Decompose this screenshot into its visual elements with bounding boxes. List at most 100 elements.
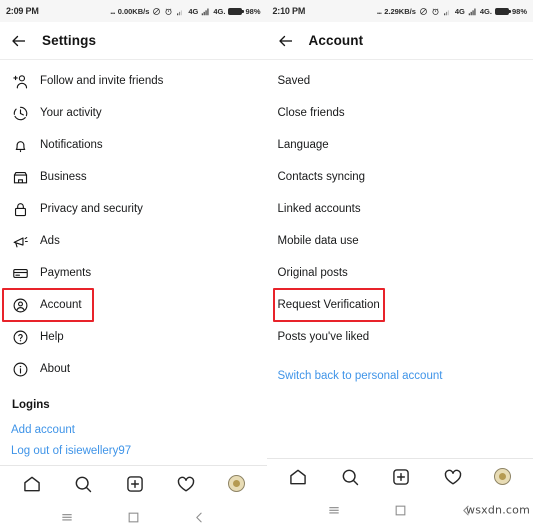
page-title: Settings bbox=[42, 33, 97, 48]
avatar-inner bbox=[232, 480, 240, 487]
system-nav-bar-left bbox=[0, 501, 267, 526]
network-type-2: 4G. bbox=[213, 6, 226, 16]
settings-item-label: Notifications bbox=[40, 139, 103, 151]
account-item-label: Mobile data use bbox=[277, 235, 359, 247]
settings-item-label: Account bbox=[40, 299, 82, 311]
account-item-saved[interactable]: Saved bbox=[267, 65, 533, 97]
status-indicators: ... 0.00KB/s 4G 4G. 98% bbox=[110, 6, 260, 16]
link-add-account[interactable]: Add account bbox=[0, 415, 267, 445]
settings-item-label: Help bbox=[40, 331, 64, 343]
alarm-icon bbox=[432, 8, 439, 15]
avatar-icon[interactable] bbox=[227, 475, 245, 492]
clock-activity-icon bbox=[13, 106, 28, 120]
mute-icon bbox=[153, 7, 161, 15]
account-item-label: Request Verification bbox=[277, 299, 380, 311]
info-circle-icon bbox=[13, 362, 28, 376]
lock-icon bbox=[14, 202, 27, 216]
status-time: 2:10 PM bbox=[272, 6, 306, 16]
account-item-close-friends[interactable]: Close friends bbox=[267, 97, 533, 129]
account-item-linked-accounts[interactable]: Linked accounts bbox=[267, 193, 533, 225]
link-switch-back-to-personal-account[interactable]: Switch back to personal account bbox=[267, 361, 533, 391]
bell-icon bbox=[15, 140, 26, 152]
network-type-1: 4G bbox=[454, 6, 465, 16]
menu-recents-icon[interactable] bbox=[60, 510, 74, 524]
status-time: 2:09 PM bbox=[6, 6, 39, 16]
status-indicators: ... 2.29KB/s 4G 4G. 98% bbox=[377, 6, 527, 16]
account-item-label: Contacts syncing bbox=[277, 171, 366, 183]
settings-item-label: About bbox=[40, 363, 71, 375]
add-post-icon[interactable] bbox=[391, 467, 411, 487]
settings-item-label: Privacy and security bbox=[40, 203, 143, 215]
link-log-out[interactable]: Log out of isiewellery97 bbox=[0, 445, 267, 465]
settings-item-label: Business bbox=[40, 171, 87, 183]
settings-item-label: Ads bbox=[40, 235, 60, 247]
account-list: Saved Close friends Language Contacts sy… bbox=[267, 60, 533, 458]
settings-list: Follow and invite friends Your activity … bbox=[0, 60, 267, 465]
battery-percent: 98% bbox=[245, 6, 261, 16]
account-app-bar: Account bbox=[266, 22, 533, 60]
mute-icon bbox=[420, 7, 427, 15]
battery-icon bbox=[494, 7, 511, 15]
network-speed: 0.00KB/s bbox=[117, 6, 150, 16]
section-header-logins: Logins bbox=[12, 399, 50, 411]
account-item-mobile-data-use[interactable]: Mobile data use bbox=[267, 225, 533, 257]
network-speed: 2.29KB/s bbox=[384, 6, 416, 16]
menu-recents-icon[interactable] bbox=[327, 503, 341, 517]
avatar-icon[interactable] bbox=[494, 468, 512, 485]
back-arrow-icon[interactable] bbox=[277, 32, 295, 50]
battery-percent: 98% bbox=[511, 6, 527, 16]
signal-bars-weak-icon bbox=[444, 9, 449, 15]
signal-bars-strong-icon bbox=[468, 8, 476, 15]
account-item-posts-youve-liked[interactable]: Posts you've liked bbox=[267, 321, 533, 353]
settings-item-your-activity[interactable]: Your activity bbox=[0, 97, 267, 129]
settings-item-payments[interactable]: Payments bbox=[0, 257, 267, 289]
page-title: Account bbox=[308, 33, 364, 48]
heart-icon[interactable] bbox=[443, 467, 463, 487]
square-home-icon[interactable] bbox=[394, 504, 407, 517]
home-icon[interactable] bbox=[288, 467, 308, 487]
settings-item-label: Payments bbox=[40, 267, 92, 279]
settings-item-account[interactable]: Account bbox=[0, 289, 267, 321]
dual-screenshot-container: 2:09 PM ... 0.00KB/s 4G 4G. 98% Settings bbox=[0, 0, 533, 526]
watermark: wsxdn.com bbox=[466, 503, 530, 517]
megaphone-icon bbox=[13, 236, 28, 247]
account-circle-icon bbox=[13, 298, 28, 312]
settings-item-notifications[interactable]: Notifications bbox=[0, 129, 267, 161]
bottom-tab-bar-left bbox=[0, 465, 267, 501]
account-item-original-posts[interactable]: Original posts bbox=[267, 257, 533, 289]
storefront-icon bbox=[13, 171, 28, 183]
status-dots-icon: ... bbox=[110, 6, 115, 16]
add-person-icon bbox=[13, 74, 28, 88]
link-label: Switch back to personal account bbox=[277, 370, 443, 382]
signal-bars-strong-icon bbox=[202, 8, 209, 15]
account-item-language[interactable]: Language bbox=[267, 129, 533, 161]
settings-item-follow-and-invite-friends[interactable]: Follow and invite friends bbox=[0, 65, 267, 97]
account-item-contacts-syncing[interactable]: Contacts syncing bbox=[267, 161, 533, 193]
bottom-tab-bar-right bbox=[266, 458, 533, 494]
credit-card-icon bbox=[13, 268, 28, 278]
account-item-label: Original posts bbox=[277, 267, 348, 279]
signal-bars-weak-icon bbox=[177, 9, 183, 15]
settings-screen: 2:09 PM ... 0.00KB/s 4G 4G. 98% Settings bbox=[0, 0, 267, 526]
heart-icon[interactable] bbox=[176, 474, 196, 494]
status-bar-left: 2:09 PM ... 0.00KB/s 4G 4G. 98% bbox=[0, 0, 267, 22]
home-icon[interactable] bbox=[22, 474, 42, 494]
add-post-icon[interactable] bbox=[125, 474, 145, 494]
chevron-back-icon[interactable] bbox=[193, 511, 206, 524]
account-item-label: Language bbox=[277, 139, 329, 151]
network-type-2: 4G. bbox=[479, 6, 492, 16]
settings-item-ads[interactable]: Ads bbox=[0, 225, 267, 257]
settings-item-about[interactable]: About bbox=[0, 353, 267, 385]
settings-item-privacy-and-security[interactable]: Privacy and security bbox=[0, 193, 267, 225]
back-arrow-icon[interactable] bbox=[10, 32, 28, 50]
account-item-request-verification[interactable]: Request Verification bbox=[267, 289, 533, 321]
settings-item-label: Follow and invite friends bbox=[40, 75, 164, 87]
settings-app-bar: Settings bbox=[0, 22, 267, 60]
search-icon[interactable] bbox=[73, 474, 93, 494]
settings-item-help[interactable]: Help bbox=[0, 321, 267, 353]
link-label: Log out of isiewellery97 bbox=[11, 445, 132, 457]
square-home-icon[interactable] bbox=[127, 511, 140, 524]
search-icon[interactable] bbox=[340, 467, 360, 487]
settings-item-business[interactable]: Business bbox=[0, 161, 267, 193]
account-screen: 2:10 PM ... 2.29KB/s 4G 4G. 98% Account bbox=[266, 0, 533, 526]
